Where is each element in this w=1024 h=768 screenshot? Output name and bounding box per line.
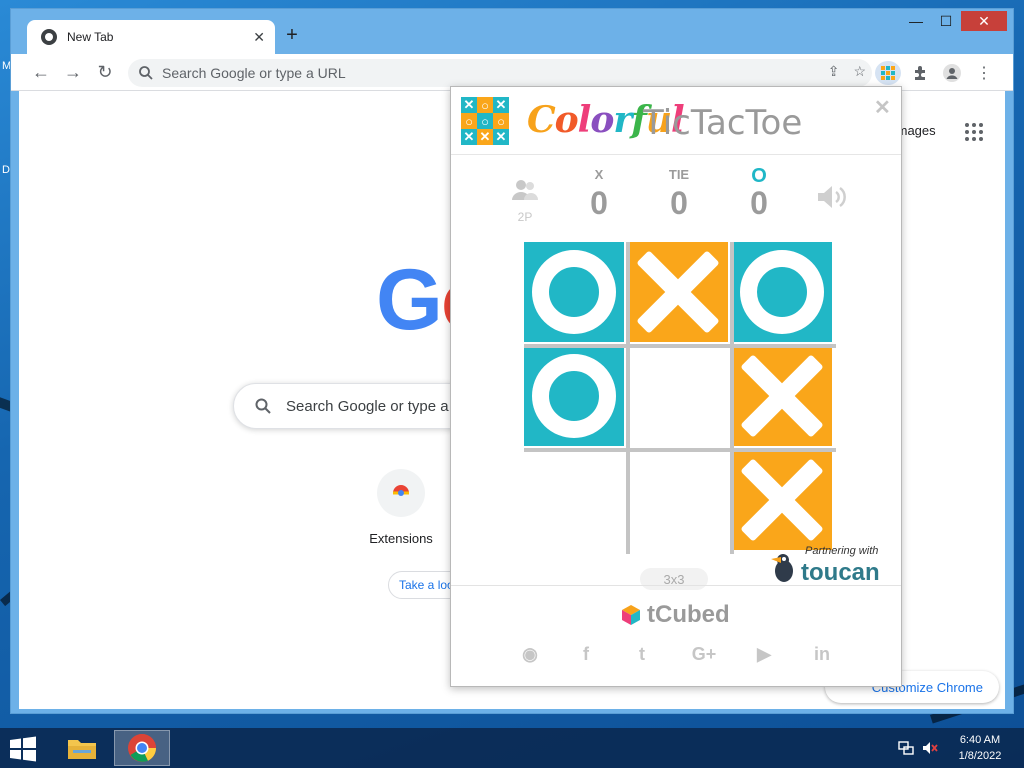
partner-brand: toucan	[801, 559, 880, 586]
score-o-label: O	[751, 165, 767, 187]
clock-time: 6:40 AM	[959, 734, 1001, 746]
bookmark-star-icon[interactable]: ☆	[853, 63, 866, 80]
tictactoe-extension-icon[interactable]	[875, 61, 901, 85]
omnibox-placeholder: Search Google or type a URL	[162, 65, 346, 81]
board-cell-0-1[interactable]	[628, 242, 728, 342]
score-tie-label: TIE	[668, 167, 690, 182]
board-cell-2-0[interactable]	[524, 450, 628, 554]
menu-kebab-icon[interactable]: ⋮	[971, 61, 997, 85]
chrome-taskbar-button[interactable]	[114, 730, 170, 766]
chrome-webstore-icon	[377, 469, 425, 517]
board-cell-2-2[interactable]	[732, 450, 832, 550]
tictactoe-popup: ✕ ○ ✕ ○ ○ ○ ✕ ✕ ✕ Colorful TicTacToe ✕ 2P X 0 …	[450, 86, 902, 687]
new-tab-button[interactable]: +	[279, 24, 305, 47]
x-mark-icon	[737, 351, 827, 441]
board-gridline	[626, 242, 630, 554]
player-mode-toggle[interactable]: 2P	[509, 179, 541, 224]
google-apps-icon[interactable]	[965, 123, 983, 141]
chrome-icon	[41, 29, 57, 45]
file-explorer-taskbar-button[interactable]	[54, 730, 110, 766]
close-window-button[interactable]: ✕	[961, 11, 1007, 31]
share-icon[interactable]: ⇪	[828, 63, 840, 80]
board-gridline	[730, 242, 734, 554]
omnibox[interactable]: Search Google or type a URL ⇪ ☆	[128, 59, 872, 87]
forward-icon[interactable]: →	[61, 60, 85, 84]
profile-avatar-icon[interactable]	[939, 61, 965, 85]
facebook-icon[interactable]: f	[575, 643, 597, 665]
scorebar: 2P X 0 TIE 0 O 0	[451, 157, 901, 237]
network-icon[interactable]	[898, 740, 914, 756]
taskbar: 6:40 AM 1/8/2022	[0, 728, 1024, 768]
score-tie: TIE 0	[659, 167, 699, 221]
title-tictactoe: TicTacToe	[643, 103, 803, 143]
o-mark-icon	[532, 354, 616, 438]
windows-start-icon[interactable]	[8, 736, 38, 762]
o-mark-icon	[740, 250, 824, 334]
maximize-button[interactable]: ☐	[931, 11, 961, 31]
title-letter: l	[577, 99, 592, 141]
score-x-value: 0	[590, 185, 608, 221]
folder-icon	[68, 740, 96, 759]
minimize-button[interactable]: —	[901, 11, 931, 31]
score-o-value: 0	[750, 185, 768, 221]
system-clock[interactable]: 6:40 AM 1/8/2022	[944, 732, 1016, 764]
board-cell-1-0[interactable]	[524, 346, 624, 446]
score-x: X 0	[579, 167, 619, 221]
back-icon[interactable]: ←	[29, 60, 53, 84]
board-cell-1-2[interactable]	[732, 346, 832, 446]
youtube-icon[interactable]: ▶	[753, 643, 775, 665]
footer-divider	[451, 585, 901, 586]
score-o: O 0	[739, 165, 779, 221]
reload-icon[interactable]: ↻	[93, 60, 117, 84]
tictactoe-logo-icon: ✕ ○ ✕ ○ ○ ○ ✕ ✕ ✕	[461, 97, 509, 145]
clock-date: 1/8/2022	[958, 750, 1002, 762]
title-letter: C	[527, 99, 556, 141]
toucan-bird-icon	[771, 554, 793, 582]
chrome-icon	[128, 734, 157, 762]
title-letter: o	[590, 99, 614, 141]
board-cell-0-2[interactable]	[732, 242, 832, 342]
tab-new-tab[interactable]: New Tab ✕	[27, 20, 275, 54]
sound-toggle-icon[interactable]	[815, 183, 849, 216]
close-tab-icon[interactable]: ✕	[253, 29, 265, 46]
globe-icon[interactable]: ◉	[519, 643, 541, 665]
toucan-partner-logo[interactable]: Partnering with toucan	[765, 543, 895, 586]
shortcut-extensions[interactable]: Extensions	[365, 469, 437, 546]
tcubed-text: tCubed	[647, 601, 730, 628]
search-icon	[255, 398, 271, 414]
linkedin-icon[interactable]: in	[811, 643, 833, 665]
board-size-selector[interactable]: 3x3	[640, 568, 708, 590]
mode-label: 2P	[517, 210, 533, 224]
board-gridline	[524, 448, 836, 452]
shortcut-label: Extensions	[369, 531, 433, 546]
title-letter: o	[554, 99, 579, 141]
partner-text: Partnering with	[805, 545, 879, 557]
google-plus-icon[interactable]: G+	[689, 643, 719, 665]
two-players-icon	[512, 180, 538, 200]
tcubed-logo[interactable]: tCubed	[619, 601, 730, 629]
extensions-puzzle-icon[interactable]	[907, 61, 933, 85]
desktop-icon-label[interactable]: D	[2, 164, 10, 176]
game-board	[524, 242, 836, 554]
window-controls: — ☐ ✕	[901, 11, 1007, 31]
search-icon	[139, 66, 153, 80]
popup-header: ✕ ○ ✕ ○ ○ ○ ✕ ✕ ✕ Colorful TicTacToe ✕	[451, 87, 901, 155]
volume-muted-icon[interactable]	[922, 740, 938, 756]
score-tie-value: 0	[670, 185, 688, 221]
o-mark-icon	[532, 250, 616, 334]
tcubed-cube-icon	[622, 605, 640, 625]
twitter-icon[interactable]: t	[631, 643, 653, 665]
x-mark-icon	[737, 455, 827, 545]
board-cell-0-0[interactable]	[524, 242, 624, 342]
board-gridline	[524, 344, 836, 348]
board-cell-1-1[interactable]	[628, 346, 732, 450]
score-x-label: X	[594, 167, 604, 182]
board-cell-2-1[interactable]	[628, 450, 732, 554]
title-letter: r	[613, 99, 632, 141]
tab-title: New Tab	[67, 30, 114, 44]
x-mark-icon	[633, 247, 723, 337]
popup-close-button[interactable]: ✕	[874, 95, 891, 120]
